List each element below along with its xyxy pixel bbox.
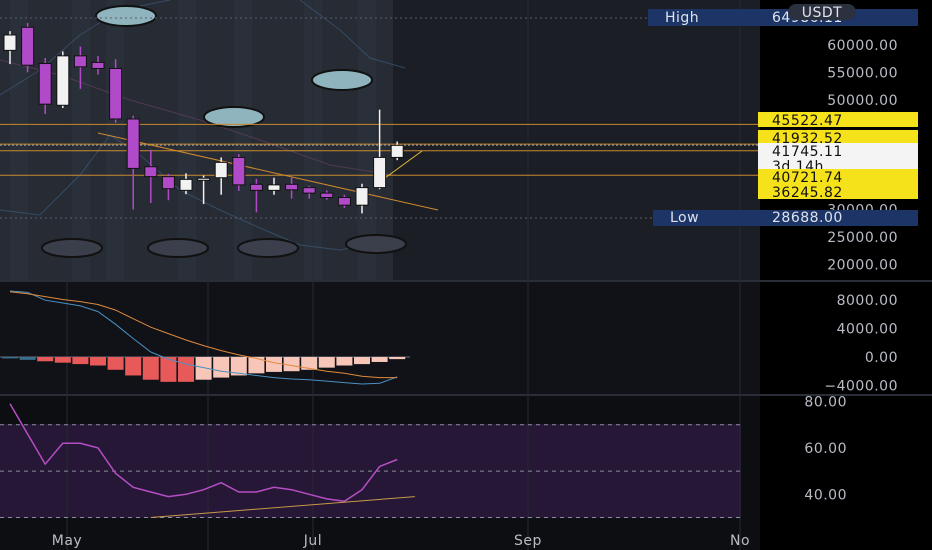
candle-body-4 [73, 55, 87, 68]
macd-bar-12 [213, 357, 230, 378]
low-value: 28688.00 [772, 210, 843, 226]
candle-body-10 [179, 178, 193, 191]
price-tick-4: 25000.00 [827, 230, 898, 246]
macd-bar-15 [266, 357, 282, 372]
price-tag-2: 41745.11 [772, 144, 843, 160]
macd-bar-2 [37, 357, 54, 362]
candle-body-21 [373, 156, 387, 189]
candle-body-12 [214, 161, 228, 179]
macd-bar-22 [389, 357, 406, 360]
candle-body-13 [232, 156, 246, 186]
candle-body-5 [91, 61, 105, 69]
candle-body-3 [56, 55, 70, 106]
macd-bar-19 [336, 357, 353, 366]
candle-body-18 [320, 192, 334, 198]
macd-tick-2: 0.00 [865, 350, 898, 366]
time-tick-1: Jul [303, 533, 322, 549]
low-label: Low [670, 210, 699, 226]
price-tag-0: 45522.47 [772, 113, 843, 129]
stripe-3 [178, 0, 196, 280]
macd-bar-3 [54, 357, 71, 363]
price-tick-2: 50000.00 [827, 93, 898, 109]
currency-badge[interactable]: USDT [788, 4, 856, 21]
macd-tick-1: 4000.00 [837, 322, 898, 338]
rsi-tick-1: 60.00 [804, 441, 847, 457]
candle-body-2 [38, 63, 52, 105]
candle-body-8 [144, 166, 158, 178]
macd-bar-18 [318, 357, 335, 368]
macd-bar-10 [178, 357, 194, 382]
stripe-4 [234, 0, 252, 280]
macd-bar-1 [19, 357, 36, 360]
price-tick-5: 20000.00 [827, 257, 898, 273]
time-tick-2: Sep [514, 533, 542, 549]
candle-body-17 [302, 187, 316, 194]
time-tick-0: May [52, 533, 82, 549]
macd-bar-6 [107, 357, 124, 370]
macd-tick-0: 8000.00 [837, 293, 898, 309]
rsi-tick-2: 40.00 [804, 487, 847, 503]
price-tags: 45522.4741932.5241745.113d 14h40721.7436… [758, 112, 918, 201]
macd-bar-0 [2, 357, 18, 359]
macd-tick-3: −4000.00 [824, 378, 898, 394]
stripe-2 [106, 0, 124, 280]
highlight-zone [0, 0, 393, 280]
macd-bar-8 [142, 357, 159, 380]
macd-bar-21 [371, 357, 388, 362]
price-tick-1: 55000.00 [827, 65, 898, 81]
macd-bar-16 [283, 357, 300, 372]
candle-body-15 [267, 184, 281, 191]
candle-body-7 [126, 118, 140, 169]
chart-canvas[interactable]: 60000.0055000.0050000.0030000.0025000.00… [0, 0, 932, 550]
candle-body-14 [249, 183, 263, 191]
candle-body-22 [390, 144, 404, 158]
candle-body-11 [197, 177, 211, 181]
macd-bar-7 [125, 357, 142, 376]
candle-body-1 [21, 26, 35, 66]
low-marker: Low 28688.00 [653, 210, 918, 226]
candle-body-19 [337, 196, 351, 206]
price-tag-4: 40721.74 [772, 170, 843, 186]
price-tick-0: 60000.00 [827, 38, 898, 54]
time-tick-3: No [730, 533, 750, 549]
price-tag-5: 36245.82 [772, 185, 843, 201]
macd-bar-4 [72, 357, 89, 365]
candle-body-16 [285, 183, 299, 191]
rsi-tick-0: 80.00 [804, 395, 847, 411]
macd-bar-20 [354, 357, 370, 365]
stripe-1 [72, 0, 90, 280]
candle-body-0 [3, 34, 17, 51]
price-axis [760, 0, 932, 550]
high-marker: High 64986.11 [648, 9, 918, 26]
currency-label: USDT [802, 5, 842, 21]
candle-body-9 [161, 176, 175, 190]
candle-body-20 [355, 187, 369, 206]
candle-body-6 [109, 67, 123, 120]
high-label: High [665, 10, 699, 26]
macd-bar-5 [90, 357, 106, 366]
tradingview-chart[interactable]: 60000.0055000.0050000.0030000.0025000.00… [0, 0, 932, 550]
